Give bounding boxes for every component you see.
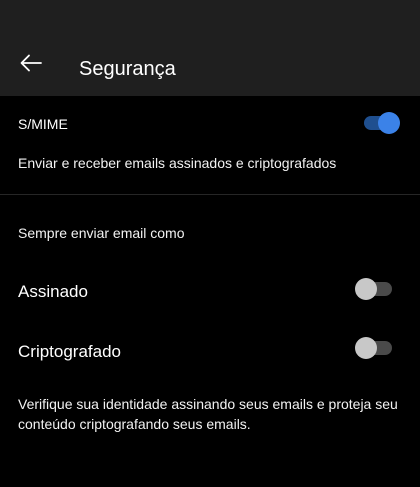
always-send-header: Sempre enviar email como [18, 225, 185, 241]
back-button[interactable] [12, 46, 50, 80]
signed-toggle-knob [355, 278, 377, 300]
arrow-left-icon [20, 54, 42, 72]
smime-description: Enviar e receber emails assinados e crip… [18, 155, 337, 171]
page-title: Segurança [79, 58, 176, 80]
smime-label: S/MIME [18, 116, 68, 132]
smime-toggle[interactable] [364, 112, 400, 134]
signed-toggle[interactable] [355, 278, 392, 300]
signed-label: Assinado [18, 282, 88, 301]
section-divider [0, 194, 420, 195]
smime-toggle-knob [378, 112, 400, 134]
encrypted-label: Criptografado [18, 342, 122, 361]
encrypted-toggle-knob [355, 337, 377, 359]
footer-description: Verifique sua identidade assinando seus … [18, 396, 398, 432]
encrypted-toggle[interactable] [355, 337, 392, 359]
app-header: Segurança [0, 0, 420, 96]
